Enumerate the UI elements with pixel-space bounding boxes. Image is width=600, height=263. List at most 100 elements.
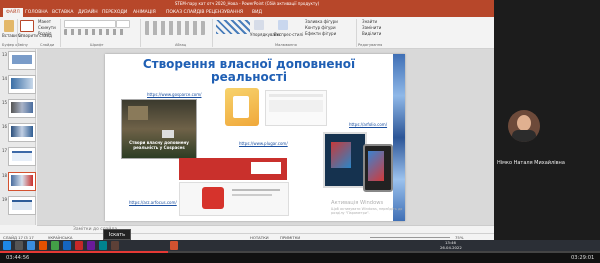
link-arfolio[interactable]: https://arfolio.com/ [349,122,387,127]
thumb-number: 14 [2,76,8,81]
activation-watermark: Активація Windows [331,200,384,206]
scene-building [128,106,148,120]
slide[interactable]: Створення власної доповненої реальності … [105,54,405,221]
zoom-slider[interactable] [370,237,450,238]
tab-view[interactable]: ВИД [252,8,262,17]
shape-effects-button[interactable]: Ефекти фігури [305,31,336,36]
group-drawing: Малювання [275,43,297,47]
face [517,115,531,131]
section-button[interactable]: Розділ [38,31,51,36]
slide-thumbnail-selected[interactable] [8,172,36,191]
select-button[interactable]: Виділити [362,31,381,36]
arfocus-logo [251,162,281,174]
windows-taskbar: 13:46 26.04.2022 [0,240,600,251]
phone-screen [368,151,384,181]
tab-file[interactable]: ФАЙЛ [3,8,23,17]
group-font: Шрифт [90,43,104,47]
shape-outline-button[interactable]: Контур фігури [305,25,336,30]
font-size-select[interactable] [116,20,130,28]
text-line [232,189,280,191]
thumb-number: 18 [2,173,8,178]
tab-animations[interactable]: АНІМАЦІЯ [133,8,156,17]
slide-thumbnail[interactable] [8,196,36,215]
tab-design[interactable]: ДИЗАЙН [78,8,98,17]
taskbar-app-icon[interactable] [27,241,35,250]
group-paragraph: Абзац [175,43,187,47]
paragraph-icons[interactable] [145,21,205,35]
tab-review[interactable]: РЕЦЕНЗУВАННЯ [206,8,243,17]
link-arfocus[interactable]: https://arz.arfocus.com/ [129,200,177,205]
slide-thumbnail[interactable] [8,99,36,118]
group-slides: Слайди [40,43,55,47]
player-current-time: 03:44:56 [6,255,30,261]
taskbar-app-icon[interactable] [75,241,83,250]
thumb-number: 19 [2,197,8,202]
status-bar: СЛАЙД 17 ІЗ 17 УКРАЇНСЬКА НОТАТКИ ПРИМІТ… [0,233,494,240]
taskbar-app-icon[interactable] [87,241,95,250]
paste-icon[interactable] [4,20,14,32]
taskbar-app-icon[interactable] [111,241,119,250]
new-slide-icon[interactable] [20,20,34,32]
start-icon[interactable] [3,241,11,250]
slide-title-line2: реальності [211,70,287,84]
powerpoint-taskbar-icon[interactable] [170,241,178,250]
player-total-time: 03:29:01 [571,255,595,261]
tab-insert[interactable]: ВСТАВКА [52,8,73,17]
tab-home[interactable]: ГОЛОВНА [25,8,48,17]
arfolio-frame [323,132,367,188]
shapes-gallery[interactable] [216,20,250,34]
ribbon-divider [17,19,18,47]
shoulders [512,130,536,142]
arfolio-phone [363,144,393,192]
arfocus-page [179,182,289,216]
scene-object [162,130,174,138]
thumb-number: 16 [2,124,8,129]
taskbar-app-icon[interactable] [99,241,107,250]
text-line [232,194,272,196]
ribbon-tabs: ФАЙЛ ГОЛОВНА ВСТАВКА ДИЗАЙН ПЕРЕХОДИ АНІ… [0,8,494,17]
taskbar-date: 26.04.2022 [440,245,462,250]
find-button[interactable]: Знайти [362,19,377,24]
slide-thumbnails-pane: 13 14 15 16 17 18 19 [0,49,36,225]
slide-thumbnail[interactable] [8,147,36,166]
layout-button[interactable]: Макет [38,19,51,24]
tab-slideshow[interactable]: ПОКАЗ СЛАЙДІВ [166,8,204,17]
participant-avatar [508,110,540,142]
replace-button[interactable]: Замінити [362,25,381,30]
taskbar-app-icon[interactable] [63,241,71,250]
thumb-number: 15 [2,100,8,105]
taskbar-app-icon[interactable] [51,241,59,250]
player-progress-fill [0,251,168,253]
slide-thumbnail[interactable] [8,123,36,142]
search-tooltip: Іскать [103,229,131,240]
thumb-number: 17 [2,148,8,153]
cospaces-caption: Створи власну доповнену реальність у Cos… [129,140,189,150]
thumb-number: 13 [2,52,8,57]
taskbar-app-icon[interactable] [39,241,47,250]
plugar-illustration [225,88,259,126]
group-clipboard: Буфер обміну [2,43,28,47]
phone-icon [233,96,249,118]
plugar-webpage [265,90,327,126]
tab-transitions[interactable]: ПЕРЕХОДИ [102,8,127,17]
quick-styles-icon[interactable] [278,20,288,30]
font-name-select[interactable] [64,20,116,28]
link-cospaces[interactable]: https://www.gosparce.com/ [147,92,202,97]
slide-decoration [393,54,405,221]
reset-button[interactable]: Скинути [38,25,56,30]
taskbar-app-icon[interactable] [15,241,23,250]
activation-watermark-hint: Щоб активувати Windows, перейдіть до роз… [331,207,403,215]
slide-thumbnail[interactable] [8,75,36,94]
ribbon-divider [212,19,213,47]
ar-figure [331,142,351,168]
slide-thumbnail[interactable] [8,51,36,70]
quick-styles-button[interactable]: Експрес-стилі [274,32,303,37]
shape-fill-button[interactable]: Заливка фігури [305,19,338,24]
ribbon-divider [356,19,357,47]
font-format-icons[interactable] [64,29,124,35]
ribbon: Вставити Створити слайд Макет Скинути Ро… [0,17,494,49]
cospaces-screenshot: Створи власну доповнену реальність у Cos… [121,99,197,159]
arrange-icon[interactable] [254,20,264,30]
link-plugar[interactable]: https://www.plugar.com/ [239,141,288,146]
ribbon-divider [140,19,141,47]
